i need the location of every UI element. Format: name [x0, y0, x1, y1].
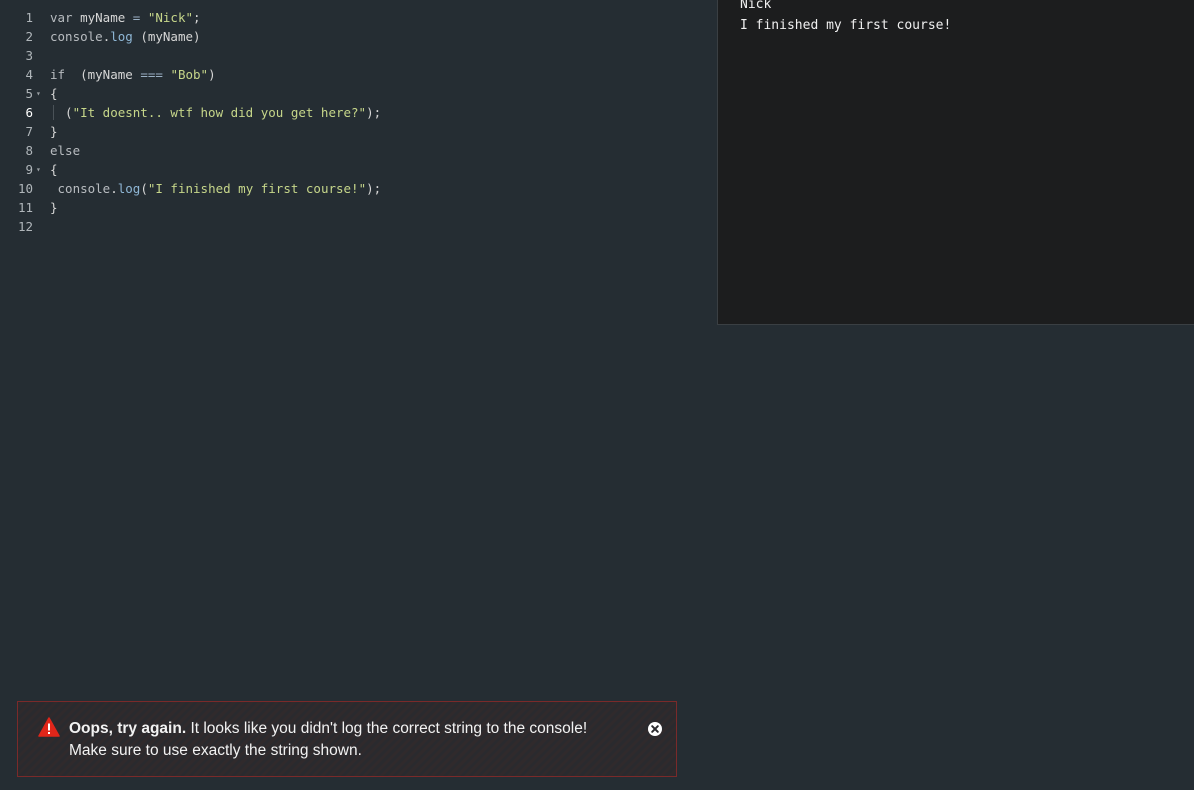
- code-token: =: [132, 10, 148, 25]
- code-token: var: [50, 10, 81, 25]
- code-token: myName: [80, 10, 133, 25]
- line-number: 9: [25, 162, 33, 177]
- code-token: "Bob": [170, 67, 209, 82]
- code-token: }: [50, 200, 58, 215]
- console-line: Nick: [740, 0, 772, 12]
- alert-text: Oops, try again. It looks like you didn'…: [69, 718, 629, 762]
- code-line[interactable]: 2 console.log (myName): [0, 27, 700, 46]
- code-token: .: [110, 181, 118, 196]
- warning-icon: [38, 717, 60, 737]
- code-token: ;: [193, 10, 201, 25]
- line-number: 12: [17, 219, 33, 234]
- line-number: 1: [25, 10, 33, 25]
- code-text: ("It doesnt.. wtf how did you get here?"…: [50, 103, 381, 122]
- code-token: if: [50, 67, 81, 82]
- line-number: 8: [25, 143, 33, 158]
- line-number: 7: [25, 124, 33, 139]
- code-line[interactable]: 1 var myName = "Nick";: [0, 8, 700, 27]
- code-text: if (myName === "Bob"): [50, 65, 216, 84]
- code-token: console: [50, 29, 103, 44]
- code-token: log: [110, 29, 133, 44]
- line-number: 10: [17, 181, 33, 196]
- code-line[interactable]: 8 else: [0, 141, 700, 160]
- code-token: log: [117, 181, 141, 196]
- code-line[interactable]: 5 ▾ {: [0, 84, 700, 103]
- code-token: );: [366, 105, 382, 120]
- code-line[interactable]: 11}: [0, 198, 700, 217]
- code-token: "I finished my first course!": [147, 181, 367, 196]
- code-line[interactable]: 12: [0, 217, 700, 236]
- line-number: 3: [25, 48, 33, 63]
- line-number: 6: [25, 105, 33, 120]
- code-line[interactable]: 4 if (myName === "Bob"): [0, 65, 700, 84]
- code-text: {: [50, 160, 58, 179]
- code-text: }: [50, 122, 58, 141]
- code-token: (myName): [132, 29, 201, 44]
- console-output: Nick I finished my first course!: [717, 0, 1194, 325]
- fold-arrow-icon[interactable]: ▾: [36, 160, 46, 179]
- code-text: else: [50, 141, 80, 160]
- line-number: 4: [25, 67, 33, 82]
- code-token: {: [50, 86, 58, 101]
- console-line: I finished my first course!: [740, 18, 952, 33]
- code-line[interactable]: 3: [0, 46, 700, 65]
- code-line[interactable]: 10 console.log("I finished my first cour…: [0, 179, 700, 198]
- code-token: ): [208, 67, 216, 82]
- code-token: (myName: [80, 67, 141, 82]
- alert-title: Oops, try again.: [69, 720, 187, 737]
- code-line[interactable]: 6 ("It doesnt.. wtf how did you get here…: [0, 103, 700, 122]
- code-text: console.log (myName): [50, 27, 201, 46]
- code-token: ===: [140, 67, 171, 82]
- fold-arrow-icon[interactable]: ▾: [36, 84, 46, 103]
- code-token: (: [140, 181, 148, 196]
- code-text: var myName = "Nick";: [50, 8, 201, 27]
- code-token: {: [50, 162, 58, 177]
- close-icon[interactable]: [647, 721, 663, 737]
- error-alert: Oops, try again. It looks like you didn'…: [17, 701, 677, 777]
- line-number: 2: [25, 29, 33, 44]
- code-token: (: [50, 105, 73, 120]
- line-number: 5: [25, 86, 33, 101]
- code-token: "Nick": [147, 10, 194, 25]
- code-text: console.log("I finished my first course!…: [50, 179, 382, 198]
- code-line[interactable]: 7}: [0, 122, 700, 141]
- code-token: );: [366, 181, 382, 196]
- code-line[interactable]: 9 ▾ {: [0, 160, 700, 179]
- code-token: }: [50, 124, 58, 139]
- code-editor[interactable]: 1 var myName = "Nick"; 2 console.log (myNam…: [0, 8, 700, 236]
- code-token: console: [50, 181, 111, 196]
- line-number: 11: [17, 200, 33, 215]
- code-token: "It doesnt.. wtf how did you get here?": [72, 105, 367, 120]
- code-text: }: [50, 198, 58, 217]
- code-text: {: [50, 84, 58, 103]
- code-token: else: [50, 143, 81, 158]
